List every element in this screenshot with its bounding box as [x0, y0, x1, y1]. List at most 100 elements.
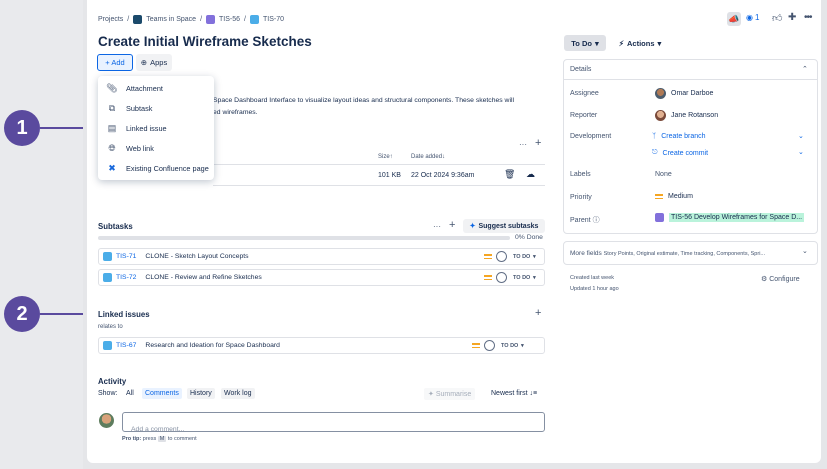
comment-input[interactable]: Add a comment...: [122, 412, 545, 433]
chevron-down-icon[interactable]: ⌄: [798, 148, 804, 156]
subtask-icon: ⧉: [108, 102, 116, 113]
more-icon[interactable]: •••: [804, 12, 812, 23]
description-line-2: ed wireframes.: [213, 109, 258, 116]
menu-confluence-page[interactable]: ✖ Existing Confluence page: [98, 158, 214, 178]
reporter-value[interactable]: Jane Rotanson: [655, 110, 718, 121]
filter-work-log[interactable]: Work log: [221, 388, 255, 399]
reporter-label: Reporter: [570, 112, 598, 119]
commit-icon: ⎋: [652, 149, 658, 156]
apps-button[interactable]: ⊕ Apps: [136, 54, 172, 71]
assignee-avatar: [655, 88, 666, 99]
unassigned-avatar: [496, 251, 507, 262]
attachments-add-icon[interactable]: +: [535, 137, 541, 149]
activity-heading: Activity: [98, 377, 127, 386]
unassigned-avatar: [484, 340, 495, 351]
apps-icon: ⊕: [140, 58, 148, 67]
lightning-icon: ⚡︎: [618, 38, 624, 48]
parent-label: Parent ⓘ: [570, 217, 600, 224]
priority-medium-icon: [484, 254, 492, 259]
chevron-up-icon[interactable]: ⌃: [802, 65, 808, 73]
priority-value[interactable]: Medium: [655, 193, 693, 200]
labels-label: Labels: [570, 171, 591, 178]
attachments-more-icon[interactable]: ···: [519, 140, 527, 149]
menu-attachment[interactable]: 📎︎ Attachment: [98, 78, 214, 98]
breadcrumb-parent[interactable]: TIS-56: [219, 16, 240, 23]
add-dropdown-menu: 📎︎ Attachment ⧉ Subtask ▤ Linked issue 🌐︎ We…: [98, 76, 214, 180]
breadcrumb-space[interactable]: Teams in Space: [146, 16, 196, 23]
status-dropdown[interactable]: To Do ▾: [564, 35, 606, 51]
description-line-1: Space Dashboard Interface to visualize l…: [213, 97, 514, 104]
link-issue-icon: ▤: [107, 122, 117, 133]
pro-tip: Pro tip: press M to comment: [122, 436, 197, 442]
create-commit-link[interactable]: ⎋ Create commit: [652, 149, 708, 157]
attachment-size: 101 KB: [378, 172, 401, 179]
details-heading[interactable]: Details: [570, 66, 591, 73]
breadcrumb-current[interactable]: TIS-70: [263, 16, 284, 23]
eye-icon: ◉: [746, 13, 753, 22]
subtasks-heading: Subtasks: [98, 222, 133, 231]
priority-label: Priority: [570, 194, 592, 201]
epic-icon: [206, 15, 216, 24]
priority-medium-icon: [472, 343, 480, 348]
callout-1: 1: [4, 110, 40, 146]
parent-value[interactable]: TIS-56 Develop Wireframes for Space D...: [655, 213, 805, 222]
filter-history[interactable]: History: [187, 388, 215, 399]
created-text: Created last week: [570, 275, 615, 281]
linked-issue-row[interactable]: TIS-67 Research and Ideation for Space D…: [98, 337, 545, 354]
activity-show-label: Show:: [98, 390, 118, 397]
chevron-down-icon[interactable]: ⌄: [798, 132, 804, 140]
unassigned-avatar: [496, 272, 507, 283]
priority-medium-icon: [484, 275, 492, 280]
like-icon[interactable]: 👍︎: [772, 12, 782, 24]
assignee-value[interactable]: Omar Darboe: [655, 88, 713, 99]
info-icon: ⓘ: [592, 217, 600, 224]
filter-comments[interactable]: Comments: [142, 388, 182, 399]
breadcrumb-projects[interactable]: Projects: [98, 16, 123, 23]
subtask-row[interactable]: TIS-72 CLONE - Review and Refine Sketche…: [98, 269, 545, 286]
share-icon[interactable]: ✚: [788, 12, 796, 23]
subtasks-more-icon[interactable]: ···: [433, 222, 441, 231]
linked-issues-heading: Linked issues: [98, 310, 150, 319]
space-icon: [133, 15, 143, 24]
filter-all[interactable]: All: [123, 388, 137, 399]
actions-button[interactable]: ⚡︎ Actions ▾: [612, 35, 668, 51]
create-branch-link[interactable]: ᛉ Create branch: [652, 133, 706, 140]
chevron-down-icon: ▾: [657, 38, 662, 48]
configure-button[interactable]: ⚙︎ Configure: [761, 275, 800, 283]
attachments-divider-bottom: [213, 185, 545, 186]
subtasks-progress-label: 0% Done: [515, 234, 543, 241]
subtask-row[interactable]: TIS-71 CLONE - Sketch Layout Concepts TO…: [98, 248, 545, 265]
paperclip-icon: 📎︎: [106, 82, 118, 93]
sparkle-icon: ✦: [428, 391, 434, 398]
subtasks-progress-bar: [98, 236, 510, 240]
issue-title[interactable]: Create Initial Wireframe Sketches: [98, 34, 312, 49]
link-relation: relates to: [98, 324, 123, 330]
col-size[interactable]: Size↑: [378, 154, 393, 160]
watch-button[interactable]: ◉ 1: [746, 13, 759, 22]
attachment-date: 22 Oct 2024 9:36am: [411, 172, 475, 179]
suggest-subtasks-button[interactable]: ✦ Suggest subtasks: [463, 219, 545, 233]
chevron-down-icon: ⌄: [802, 248, 808, 255]
menu-linked-issue[interactable]: ▤ Linked issue: [98, 118, 214, 138]
labels-value[interactable]: None: [655, 171, 672, 178]
download-icon[interactable]: ☁︎: [526, 169, 535, 180]
delete-icon[interactable]: 🗑︎: [504, 169, 515, 180]
sort-button[interactable]: Newest first ↓≡: [491, 390, 537, 397]
chevron-down-icon: ▾: [594, 38, 599, 48]
menu-subtask[interactable]: ⧉ Subtask: [98, 98, 214, 118]
subtask-icon: [103, 273, 112, 282]
gear-icon: ⚙︎: [761, 276, 768, 283]
more-fields-heading: More fields Story Points, Original estim…: [570, 250, 766, 257]
col-date[interactable]: Date added↓: [411, 154, 445, 160]
announce-icon[interactable]: 📣: [727, 12, 741, 26]
task-icon: [249, 15, 259, 24]
sort-icon: ↓≡: [529, 390, 538, 397]
summarise-button[interactable]: ✦ Summarise: [424, 388, 476, 400]
menu-web-link[interactable]: 🌐︎ Web link: [98, 138, 214, 158]
linked-add-icon[interactable]: +: [535, 307, 541, 319]
sparkle-icon: ✦: [469, 223, 476, 230]
globe-icon: 🌐︎: [108, 142, 116, 153]
subtasks-add-icon[interactable]: +: [449, 219, 455, 231]
branch-icon: ᛉ: [652, 133, 657, 140]
add-button[interactable]: + Add: [97, 54, 133, 71]
